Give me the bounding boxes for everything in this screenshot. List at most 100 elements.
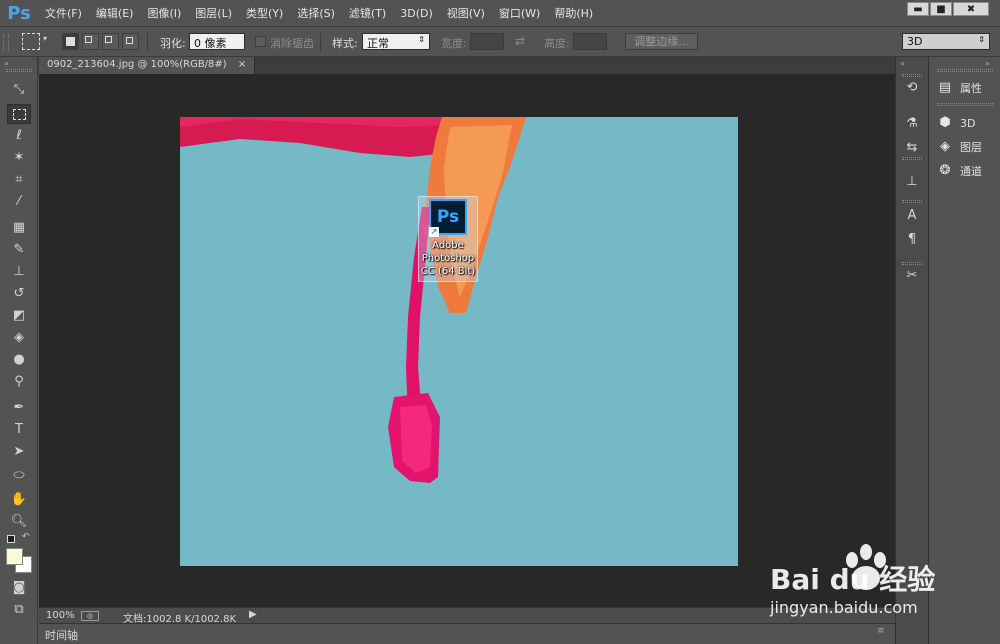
paint-bucket-tool-icon[interactable]: ◈ bbox=[7, 328, 31, 348]
maximize-button[interactable]: ■ bbox=[930, 2, 952, 16]
screen-mode-icon[interactable]: ⧉ bbox=[7, 600, 31, 620]
add-selection-icon[interactable] bbox=[82, 33, 99, 50]
status-preview-icon[interactable]: ◎ bbox=[81, 611, 99, 621]
panel-grip bbox=[937, 69, 993, 72]
ellipse-tool-icon[interactable]: ⬭ bbox=[7, 466, 31, 486]
path-selection-tool-icon[interactable]: ➤ bbox=[7, 442, 31, 462]
healing-brush-tool-icon[interactable]: ▦ bbox=[7, 218, 31, 238]
height-input[interactable] bbox=[573, 33, 607, 50]
width-input[interactable] bbox=[470, 33, 504, 50]
brush-panel-icon[interactable]: ⚗ bbox=[901, 114, 923, 134]
menu-select[interactable]: 选择(S) bbox=[290, 0, 342, 27]
collapse-dock-icon[interactable]: « bbox=[900, 59, 905, 68]
divider bbox=[320, 33, 321, 51]
eraser-tool-icon[interactable]: ◩ bbox=[7, 306, 31, 326]
swap-colors-icon[interactable]: ↶ bbox=[22, 532, 30, 542]
lasso-tool-icon[interactable]: ℓ bbox=[7, 126, 31, 146]
eyedropper-tool-icon[interactable]: ⁄ bbox=[7, 192, 31, 212]
move-tool-icon[interactable]: ⤡ bbox=[7, 80, 31, 100]
swap-dimensions-icon[interactable]: ⇄ bbox=[515, 34, 525, 48]
watermark-url: jingyan.baidu.com bbox=[770, 598, 918, 617]
document-tab-title: 0902_213604.jpg @ 100%(RGB/8#) bbox=[47, 59, 227, 70]
panel-channels[interactable]: ❂ 通道 bbox=[936, 160, 982, 182]
watermark-brand: Bai du 经验 bbox=[770, 563, 936, 596]
timeline-panel[interactable]: 时间轴 ≡ bbox=[39, 623, 895, 644]
hand-tool-icon[interactable]: ✋ bbox=[7, 490, 31, 510]
panel-properties[interactable]: ▤ 属性 bbox=[936, 77, 982, 99]
new-selection-icon[interactable] bbox=[62, 33, 79, 50]
menu-bar: Ps 文件(F) 编辑(E) 图像(I) 图层(L) 类型(Y) 选择(S) 滤… bbox=[0, 0, 1000, 27]
close-button[interactable]: ✖ bbox=[953, 2, 989, 16]
label-line-1: Adobe bbox=[432, 240, 464, 251]
timeline-title: 时间轴 bbox=[45, 629, 78, 642]
default-colors-icon[interactable] bbox=[7, 535, 15, 543]
refine-edge-button[interactable]: 调整边缘... bbox=[625, 33, 698, 50]
clone-stamp-tool-icon[interactable]: ⊥ bbox=[7, 262, 31, 282]
menu-window[interactable]: 窗口(W) bbox=[492, 0, 547, 27]
menu-help[interactable]: 帮助(H) bbox=[547, 0, 600, 27]
status-menu-arrow-icon[interactable]: ▶ bbox=[249, 609, 257, 620]
style-select[interactable]: 正常 ⇕ bbox=[362, 33, 430, 50]
menu-filter[interactable]: 滤镜(T) bbox=[342, 0, 393, 27]
preset-dropdown-icon[interactable]: ▾ bbox=[43, 34, 47, 43]
options-grip bbox=[3, 34, 9, 51]
cube-icon: ⬢ bbox=[939, 115, 951, 130]
antialias-label: 消除锯齿 bbox=[270, 37, 314, 50]
rect-marquee-tool-icon[interactable] bbox=[7, 104, 31, 124]
zoom-tool-icon[interactable]: 🔍︎ bbox=[7, 512, 31, 532]
label-line-2: Photoshop bbox=[421, 253, 475, 264]
zoom-level[interactable]: 100% bbox=[46, 610, 75, 621]
magic-wand-tool-icon[interactable]: ✶ bbox=[7, 148, 31, 168]
menu-file[interactable]: 文件(F) bbox=[38, 0, 89, 27]
minimize-button[interactable]: ▬ bbox=[907, 2, 929, 16]
panel-properties-label: 属性 bbox=[960, 82, 982, 95]
panel-layers[interactable]: ◈ 图层 bbox=[936, 136, 982, 158]
history-brush-tool-icon[interactable]: ↺ bbox=[7, 284, 31, 304]
antialias-checkbox[interactable] bbox=[255, 36, 266, 47]
width-label: 宽度: bbox=[441, 37, 467, 50]
dock-grip bbox=[902, 262, 922, 265]
crop-tool-icon[interactable]: ⌗ bbox=[7, 170, 31, 190]
feather-label: 羽化: bbox=[160, 37, 186, 50]
desktop-shortcut-photoshop[interactable]: Ps ↗ Adobe Photoshop CC (64 Bit) bbox=[418, 196, 478, 282]
document-image[interactable] bbox=[180, 117, 738, 566]
blur-tool-icon[interactable]: ● bbox=[7, 350, 31, 370]
quick-mask-icon[interactable]: ◙ bbox=[7, 578, 31, 598]
clone-source-panel-icon[interactable]: ⊥ bbox=[901, 172, 923, 192]
document-tab[interactable]: 0902_213604.jpg @ 100%(RGB/8#) × bbox=[39, 57, 256, 74]
paragraph-panel-icon[interactable]: ¶ bbox=[901, 230, 923, 250]
menu-type[interactable]: 类型(Y) bbox=[239, 0, 290, 27]
dodge-tool-icon[interactable]: ⚲ bbox=[7, 372, 31, 392]
brush-tool-icon[interactable]: ✎ bbox=[7, 240, 31, 260]
baidu-jingyan-watermark: Bai du 经验 jingyan.baidu.com bbox=[766, 538, 976, 626]
layers-icon: ◈ bbox=[940, 139, 950, 154]
character-panel-icon[interactable]: A bbox=[901, 206, 923, 226]
panel-3d[interactable]: ⬢ 3D bbox=[936, 112, 975, 134]
menu-image[interactable]: 图像(I) bbox=[140, 0, 188, 27]
chevron-down-icon: ⇕ bbox=[418, 35, 425, 44]
collapse-panels-icon[interactable]: » bbox=[985, 59, 990, 68]
subtract-selection-icon[interactable] bbox=[102, 33, 119, 50]
panel-layers-label: 图层 bbox=[960, 141, 982, 154]
toolbar-grip bbox=[6, 69, 32, 72]
workspace-select[interactable]: 3D ⇕ bbox=[902, 33, 990, 50]
intersect-selection-icon[interactable] bbox=[122, 33, 139, 50]
shortcut-arrow-icon: ↗ bbox=[429, 227, 439, 237]
pen-tool-icon[interactable]: ✒ bbox=[7, 398, 31, 418]
menu-3d[interactable]: 3D(D) bbox=[393, 0, 440, 27]
panel-channels-label: 通道 bbox=[960, 165, 982, 178]
tab-close-icon[interactable]: × bbox=[238, 59, 246, 70]
adjustments-panel-icon[interactable]: ⇆ bbox=[901, 138, 923, 158]
foreground-color-swatch[interactable] bbox=[6, 548, 23, 565]
rect-marquee-preset-icon[interactable] bbox=[22, 33, 40, 50]
menu-layer[interactable]: 图层(L) bbox=[188, 0, 239, 27]
history-panel-icon[interactable]: ⟲ bbox=[901, 78, 923, 98]
feather-input[interactable]: 0 像素 bbox=[189, 33, 245, 50]
menu-edit[interactable]: 编辑(E) bbox=[89, 0, 141, 27]
menu-view[interactable]: 视图(V) bbox=[440, 0, 492, 27]
type-tool-icon[interactable]: T bbox=[7, 420, 31, 440]
options-bar: ▾ 羽化: 0 像素 消除锯齿 样式: 正常 ⇕ 宽度: ⇄ 高度: 调整边缘..… bbox=[0, 28, 1000, 57]
collapse-toolbar-icon[interactable]: » bbox=[4, 59, 9, 68]
panel-menu-icon[interactable]: ≡ bbox=[877, 626, 885, 636]
tool-presets-panel-icon[interactable]: ✂ bbox=[901, 266, 923, 286]
